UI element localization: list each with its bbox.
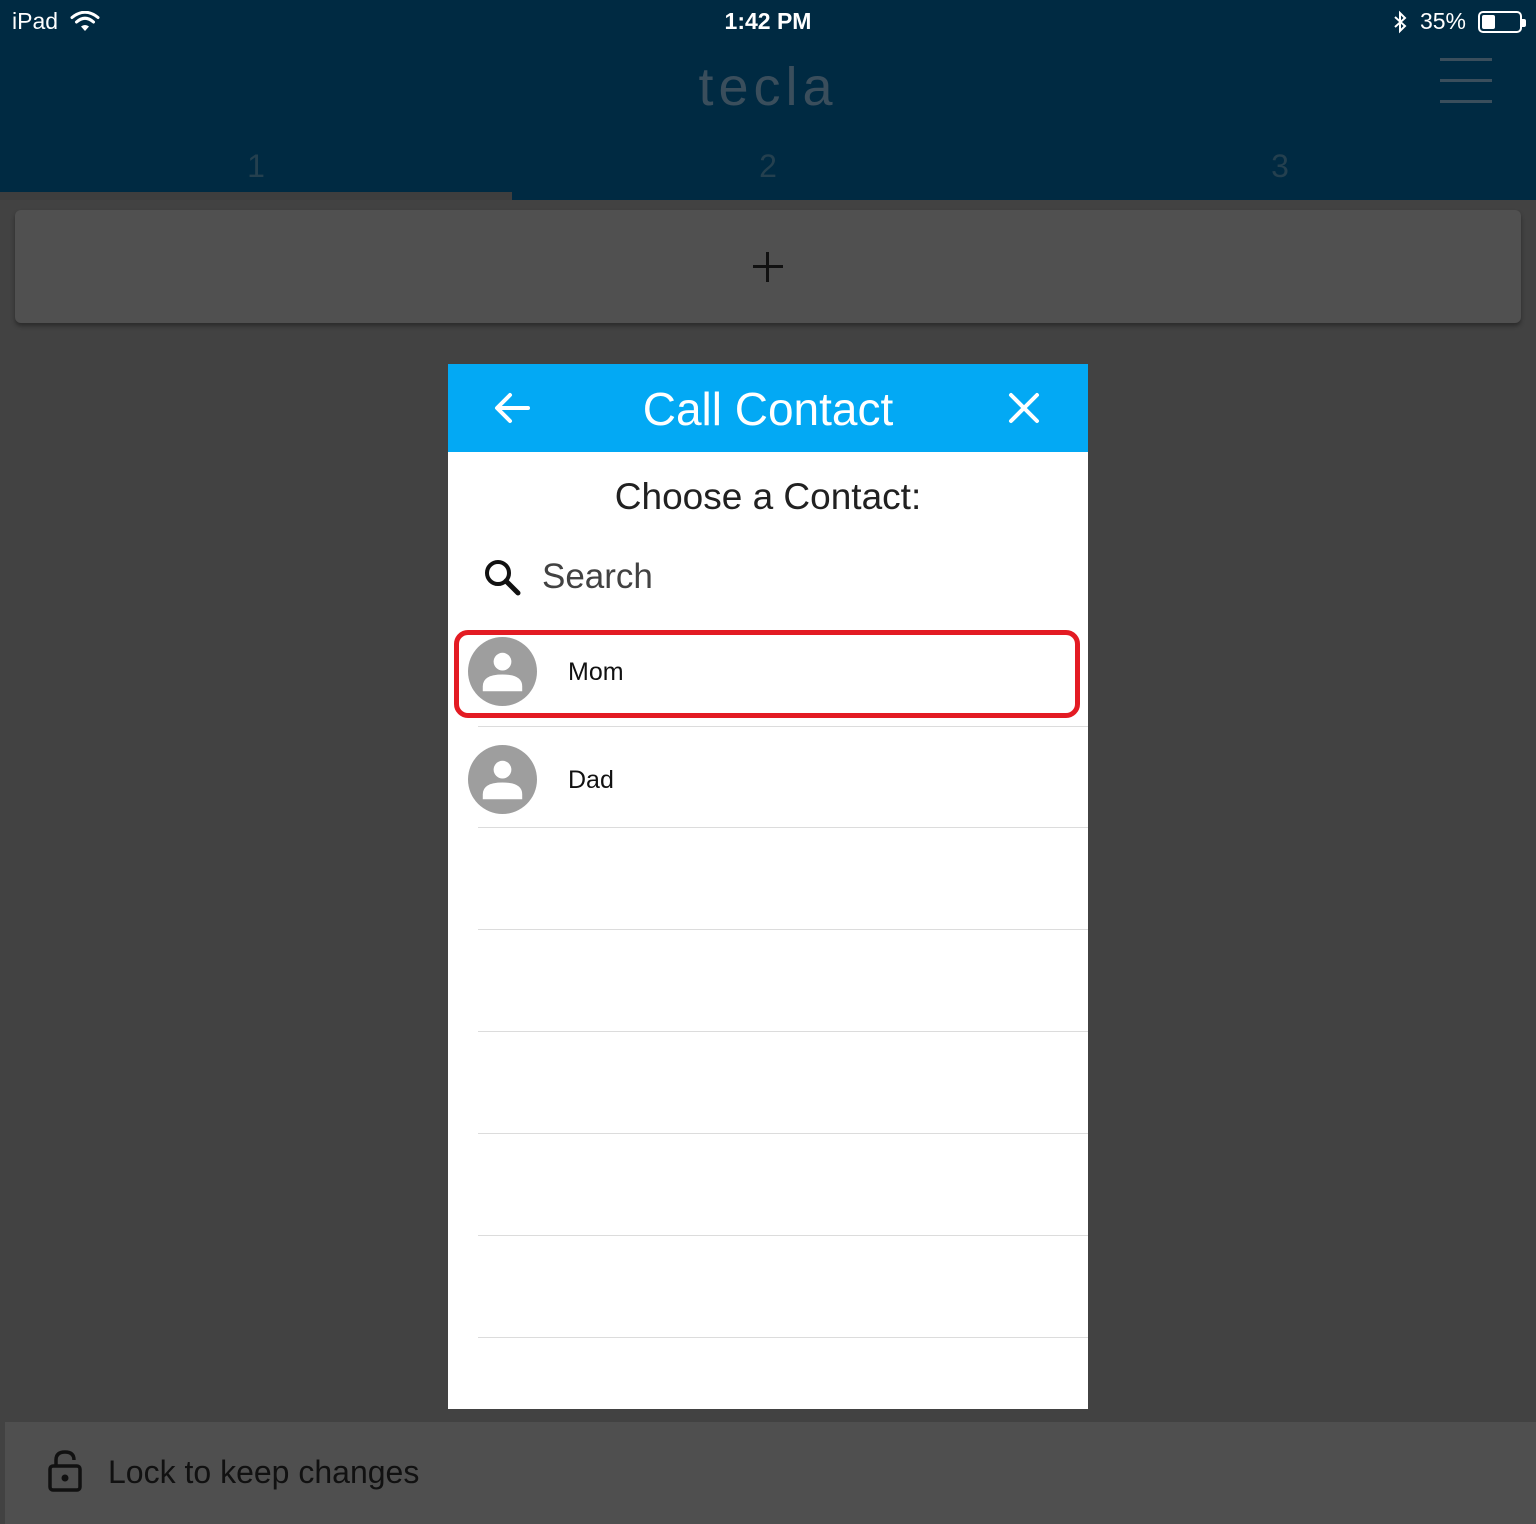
app-header: tecla 1 2 3	[0, 42, 1536, 200]
contact-name: Mom	[568, 658, 624, 686]
row-divider	[478, 1133, 1088, 1134]
contact-row-mom[interactable]: Mom	[448, 626, 1088, 726]
lock-bar[interactable]: Lock to keep changes	[5, 1422, 1536, 1524]
bluetooth-icon	[1394, 10, 1407, 33]
search-row	[482, 554, 1062, 600]
tabs-baseline	[512, 192, 1536, 200]
search-input[interactable]	[542, 557, 1022, 597]
hamburger-menu-icon[interactable]	[1440, 58, 1492, 104]
status-bar: iPad 1:42 PM 35%	[0, 0, 1536, 42]
plus-icon	[753, 251, 783, 282]
contact-name: Dad	[568, 766, 614, 794]
row-divider	[478, 726, 1088, 727]
dialog-subtitle: Choose a Contact:	[614, 476, 922, 517]
avatar-icon	[468, 745, 537, 814]
active-tab-indicator	[0, 192, 512, 200]
row-divider	[478, 1031, 1088, 1032]
contact-row-dad[interactable]: Dad	[448, 734, 1088, 834]
lock-icon	[48, 1450, 82, 1492]
lock-label: Lock to keep changes	[108, 1454, 420, 1490]
row-divider	[478, 929, 1088, 930]
add-tile-button[interactable]	[15, 210, 1521, 323]
row-divider	[478, 1337, 1088, 1338]
status-right: 35%	[1392, 8, 1526, 35]
search-icon	[485, 560, 521, 596]
row-divider	[478, 1235, 1088, 1236]
battery-icon	[1478, 10, 1526, 33]
close-icon[interactable]	[1004, 388, 1044, 428]
call-contact-dialog: Call Contact Choose a Contact: Mom Dad	[448, 364, 1088, 1409]
avatar-icon	[468, 637, 537, 706]
status-time: 1:42 PM	[724, 8, 812, 34]
battery-percent: 35%	[1419, 8, 1466, 34]
dialog-title: Call Contact	[642, 383, 894, 435]
battery-level-fill	[1482, 14, 1495, 29]
app-title: tecla	[698, 57, 838, 117]
dialog-header: Call Contact	[448, 364, 1088, 452]
row-divider	[478, 827, 1088, 828]
